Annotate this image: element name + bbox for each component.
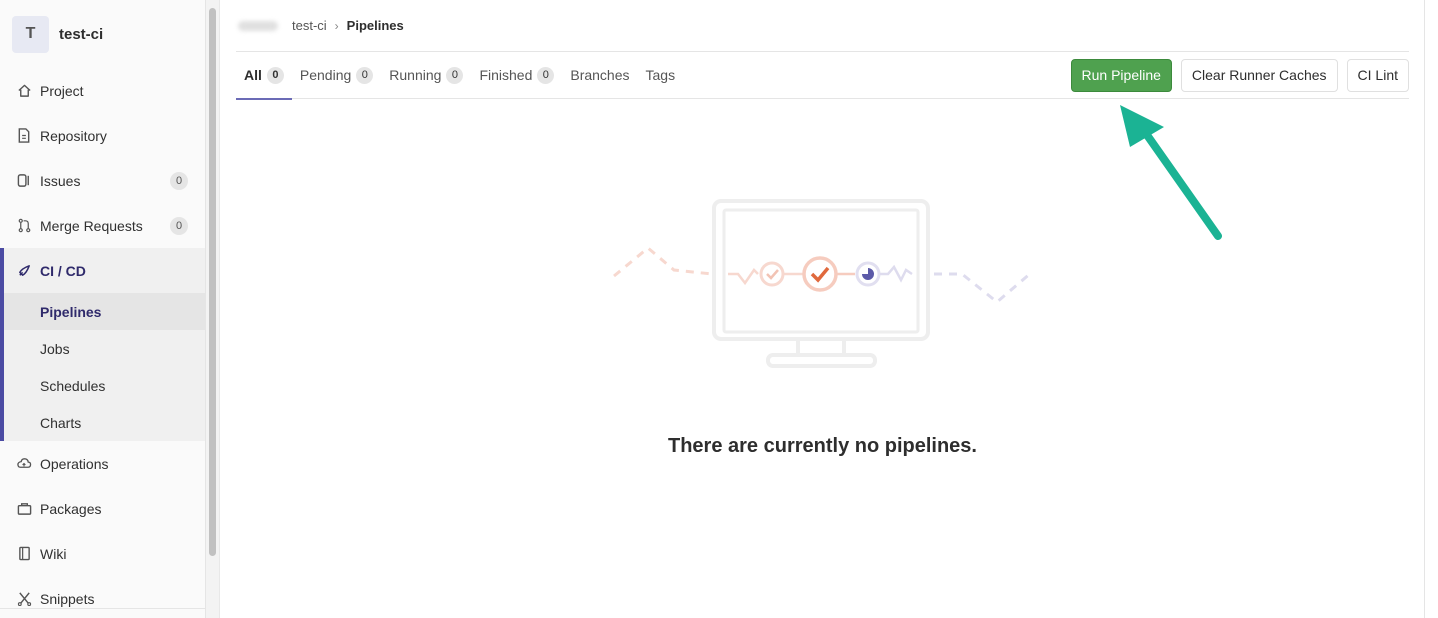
empty-pipelines-illustration — [613, 199, 1032, 368]
tab-branches[interactable]: Branches — [562, 52, 637, 99]
breadcrumb-current[interactable]: Pipelines — [347, 18, 404, 33]
tab-label: All — [244, 67, 262, 83]
sidebar-scrollbar[interactable] — [206, 0, 220, 618]
issues-count-badge: 0 — [170, 171, 188, 190]
sidebar-item-label: Wiki — [40, 545, 67, 562]
sidebar-item-cicd[interactable]: CI / CD — [4, 248, 205, 293]
content-right-border — [1424, 0, 1425, 618]
issues-icon — [16, 173, 32, 189]
cloud-icon — [16, 456, 32, 472]
tab-tags[interactable]: Tags — [638, 52, 684, 99]
sidebar-item-wiki[interactable]: Wiki — [0, 531, 205, 576]
sidebar: T test-ci Project Repository Issues 0 Me… — [0, 0, 206, 618]
tab-count-badge: 0 — [356, 66, 374, 84]
home-icon — [16, 83, 32, 99]
sidebar-group-cicd: CI / CD Pipelines Jobs Schedules Charts — [0, 248, 205, 441]
scissors-icon — [16, 591, 32, 607]
tab-label: Pending — [299, 67, 352, 83]
sidebar-subitem-pipelines[interactable]: Pipelines — [4, 293, 205, 330]
tab-pending[interactable]: Pending 0 — [292, 52, 381, 99]
sidebar-item-label: Snippets — [40, 590, 95, 607]
pipelines-tabs-row: All 0 Pending 0 Running 0 Finished 0 Bra… — [236, 52, 1409, 100]
sidebar-item-label: Packages — [40, 500, 102, 517]
chevron-right-icon: › — [334, 18, 339, 33]
project-name: test-ci — [59, 25, 104, 43]
sidebar-subitem-schedules[interactable]: Schedules — [4, 367, 205, 404]
sidebar-item-label: Repository — [40, 127, 107, 144]
ci-lint-button[interactable]: CI Lint — [1346, 58, 1409, 92]
tab-running[interactable]: Running 0 — [381, 52, 471, 99]
clear-runner-caches-button[interactable]: Clear Runner Caches — [1180, 58, 1338, 92]
sidebar-subitem-jobs[interactable]: Jobs — [4, 330, 205, 367]
sidebar-item-label: Operations — [40, 455, 109, 472]
merge-requests-count-badge: 0 — [170, 216, 188, 235]
pipeline-scope-tabs: All 0 Pending 0 Running 0 Finished 0 Bra… — [236, 52, 684, 100]
tab-label: Running — [389, 67, 442, 83]
sidebar-item-repository[interactable]: Repository — [0, 113, 205, 158]
breadcrumb-project[interactable]: test-ci — [292, 18, 327, 33]
sidebar-item-project[interactable]: Project — [0, 68, 205, 113]
run-pipeline-button[interactable]: Run Pipeline — [1070, 58, 1172, 92]
sidebar-collapse-bar[interactable] — [0, 608, 205, 618]
breadcrumb: test-ci › Pipelines — [236, 0, 1409, 52]
sidebar-item-merge-requests[interactable]: Merge Requests 0 — [0, 203, 205, 248]
book-icon — [16, 546, 32, 562]
project-avatar: T — [12, 15, 49, 53]
pipeline-actions: Run Pipeline Clear Runner Caches CI Lint — [1070, 58, 1409, 92]
tab-count-badge: 0 — [537, 66, 555, 84]
empty-state-title: There are currently no pipelines. — [668, 435, 977, 457]
sidebar-subitem-charts[interactable]: Charts — [4, 404, 205, 441]
tab-label: Branches — [570, 67, 630, 83]
sidebar-item-label: Project — [40, 82, 84, 99]
project-header[interactable]: T test-ci — [0, 0, 205, 68]
merge-request-icon — [16, 218, 32, 234]
tab-label: Finished — [479, 67, 533, 83]
sidebar-item-label: Issues — [40, 172, 81, 189]
document-icon — [16, 128, 32, 144]
rocket-icon — [16, 263, 32, 279]
annotation-arrow-icon — [1120, 105, 1222, 240]
tab-count-badge: 0 — [266, 66, 284, 84]
sidebar-item-packages[interactable]: Packages — [0, 486, 205, 531]
sidebar-item-label: CI / CD — [40, 262, 86, 279]
sidebar-item-issues[interactable]: Issues 0 — [0, 158, 205, 203]
package-icon — [16, 501, 32, 517]
sidebar-item-label: Merge Requests — [40, 217, 143, 234]
sidebar-item-operations[interactable]: Operations — [0, 441, 205, 486]
breadcrumb-namespace-blurred[interactable] — [238, 20, 278, 31]
tab-all[interactable]: All 0 — [236, 52, 292, 100]
tab-finished[interactable]: Finished 0 — [471, 52, 562, 99]
main-content: test-ci › Pipelines All 0 Pending 0 Runn… — [236, 0, 1409, 618]
tab-label: Tags — [645, 67, 676, 83]
tab-count-badge: 0 — [446, 66, 464, 84]
sidebar-scrollbar-thumb[interactable] — [209, 8, 216, 556]
